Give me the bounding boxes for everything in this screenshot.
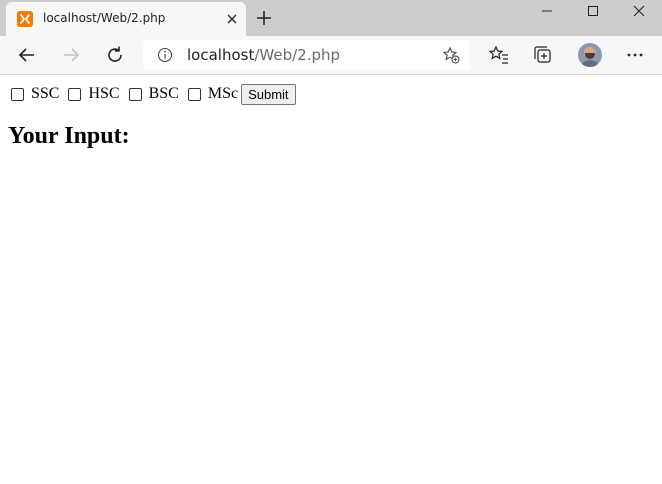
checkbox-label-msc: MSc: [207, 85, 239, 102]
navigation-toolbar: localhost/Web/2.php: [0, 36, 662, 75]
reload-icon[interactable]: [104, 44, 126, 66]
education-form: SSC HSC BSC MSc Submit: [10, 83, 296, 105]
page-heading: Your Input:: [8, 123, 130, 149]
checkbox-label-hsc: HSC: [88, 85, 120, 102]
profile-avatar[interactable]: [578, 43, 602, 67]
checkbox-bsc[interactable]: [128, 87, 142, 101]
page-content: SSC HSC BSC MSc Submit Your Input:: [0, 75, 662, 484]
browser-tab[interactable]: localhost/Web/2.php: [6, 2, 246, 36]
tab-strip: localhost/Web/2.php: [0, 0, 662, 36]
url-host: localhost: [187, 46, 255, 64]
minimize-button[interactable]: [524, 0, 570, 22]
url-path: /Web/2.php: [254, 46, 341, 64]
submit-button[interactable]: Submit: [241, 83, 296, 105]
avatar-beard: [585, 53, 595, 59]
favorites-icon[interactable]: [488, 44, 510, 66]
more-options-icon[interactable]: [624, 44, 646, 66]
xampp-icon: [17, 11, 33, 27]
collections-icon[interactable]: [532, 44, 554, 66]
add-favorite-icon[interactable]: [442, 46, 460, 64]
checkbox-label-ssc: SSC: [31, 85, 60, 102]
forward-arrow-icon[interactable]: [60, 44, 82, 66]
close-tab-icon[interactable]: [224, 11, 240, 27]
info-icon[interactable]: [157, 47, 173, 63]
avatar-shirt: [580, 60, 600, 67]
checkbox-hsc[interactable]: [68, 87, 82, 101]
checkbox-msc[interactable]: [187, 87, 201, 101]
checkbox-label-bsc: BSC: [148, 85, 179, 102]
close-window-button[interactable]: [616, 0, 662, 22]
checkbox-ssc[interactable]: [11, 87, 24, 101]
tab-title: localhost/Web/2.php: [43, 11, 166, 25]
new-tab-icon[interactable]: [254, 8, 274, 28]
url-text: localhost/Web/2.php: [187, 46, 340, 64]
address-bar[interactable]: localhost/Web/2.php: [143, 40, 470, 70]
maximize-button[interactable]: [570, 0, 616, 22]
back-arrow-icon[interactable]: [16, 44, 38, 66]
